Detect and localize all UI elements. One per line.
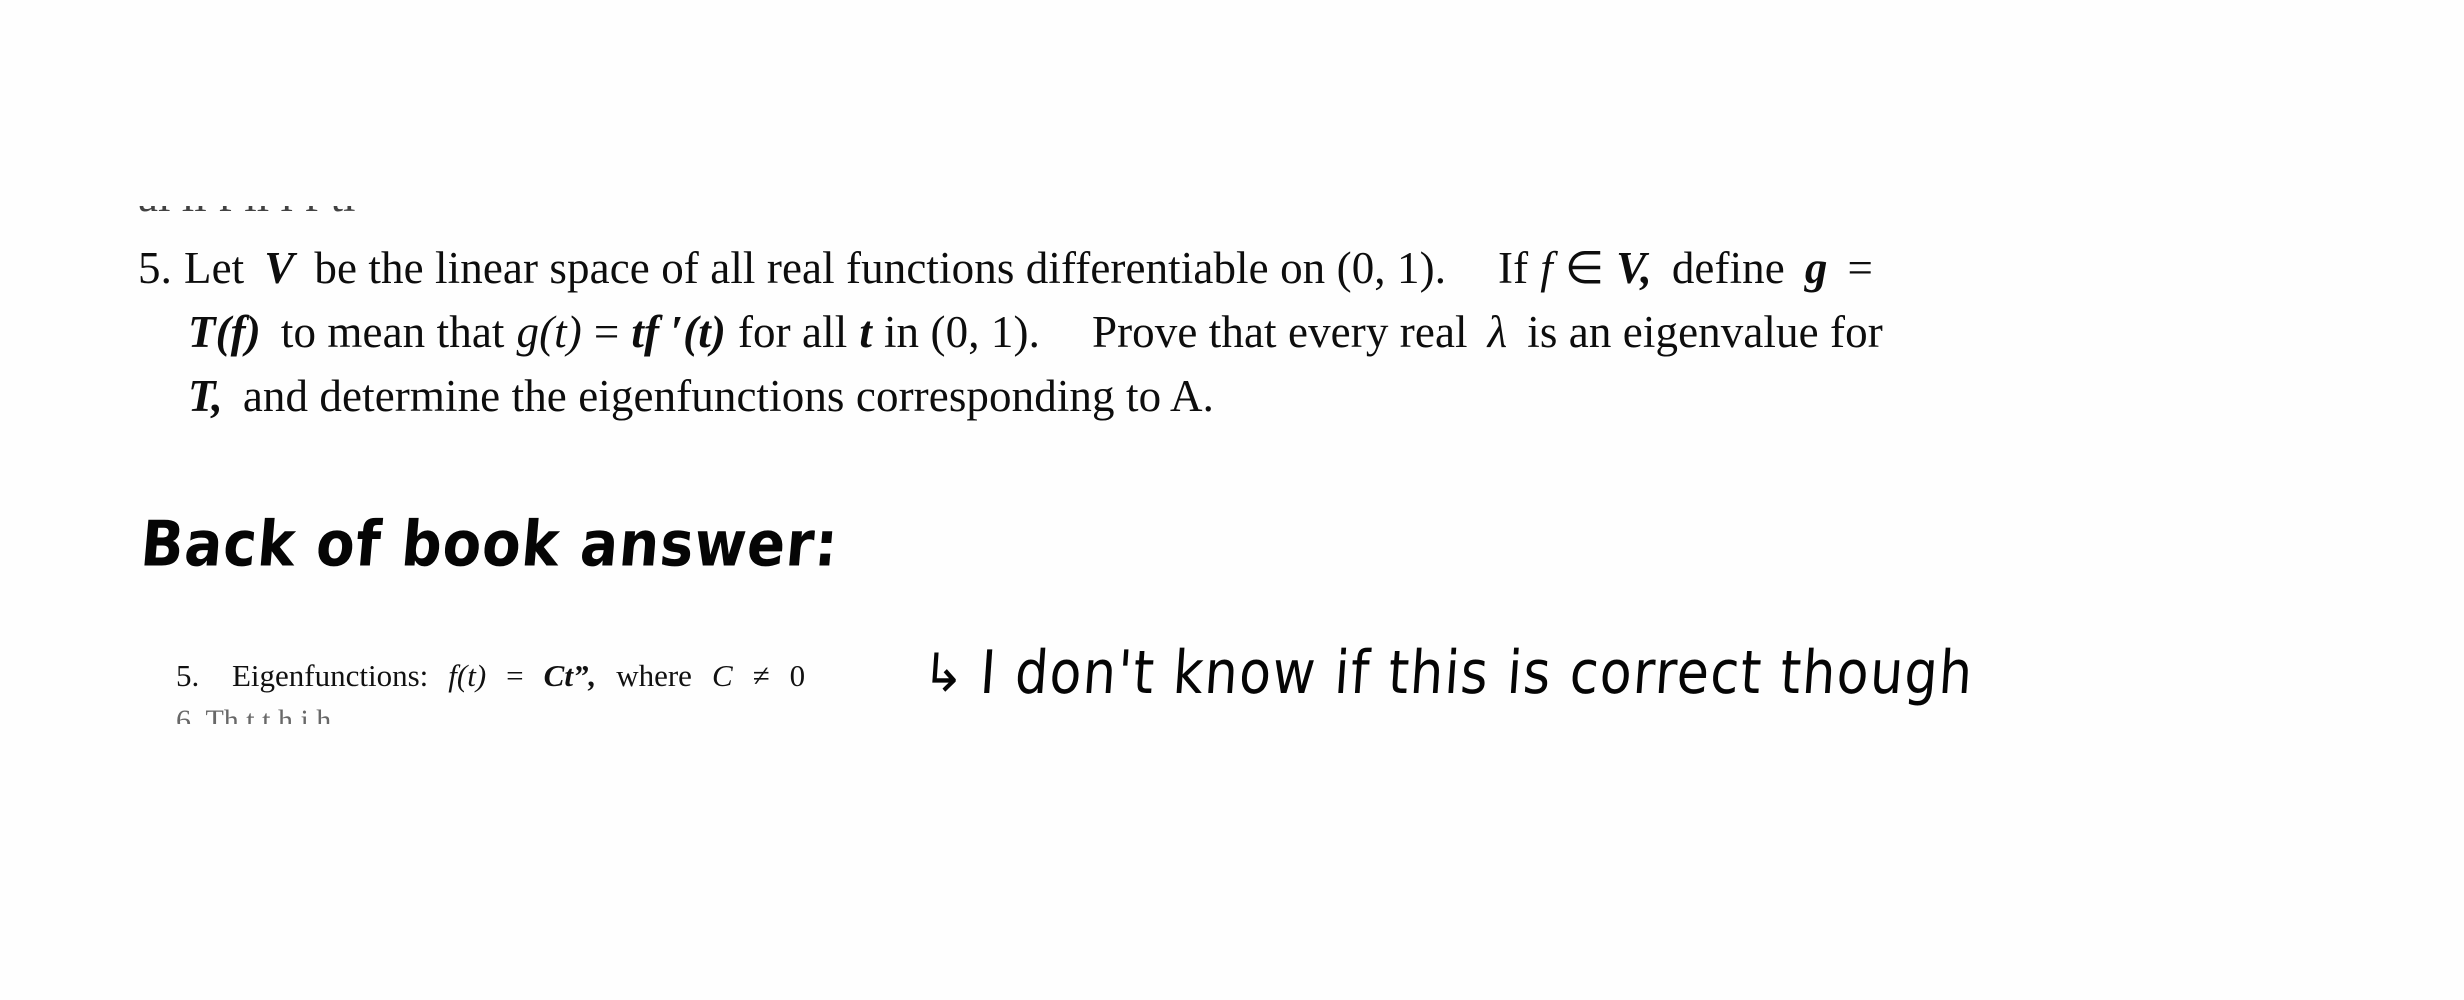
problem-l1-a: Let: [184, 243, 245, 293]
document-page: al ll f ll l f ti 5.LetVbe the linear sp…: [0, 0, 2464, 1000]
handwritten-annotation: ↳ I don't know if this is correct though: [920, 639, 1977, 709]
answer-expression: Ct”,: [543, 658, 597, 693]
problem-l2-a: to mean that: [280, 307, 505, 357]
problem-member-symbol: ∈: [1564, 243, 1605, 293]
problem-var-V2: V,: [1616, 243, 1652, 293]
answer-function: f(t): [448, 658, 487, 693]
problem-tfprime: tf ′(t): [631, 307, 726, 357]
clipped-text-below: 6. Th t t h i h: [176, 706, 1576, 724]
problem-var-T: T,: [188, 371, 223, 421]
clipped-text-above-content: al ll f ll l f ti: [138, 206, 355, 228]
handwritten-heading: Back of book answer:: [137, 508, 842, 582]
problem-line-1: 5. Let Vbe the linear space of all real fu…: [138, 236, 2298, 300]
problem-l1-d: define: [1671, 243, 1785, 293]
problem-var-t: t: [859, 307, 872, 357]
problem-line-3: T, and determine the eigenfunctions corre…: [138, 364, 2298, 428]
answer-where: where: [616, 658, 692, 693]
problem-l2-c: in (0, 1).: [883, 307, 1040, 357]
clipped-text-above: al ll f ll l f ti: [138, 206, 2298, 234]
problem-number: 5.: [138, 243, 172, 293]
answer-label: Eigenfunctions:: [232, 658, 429, 693]
problem-Tf: T(f): [188, 307, 261, 357]
handwritten-annotation-text: I don't know if this is correct though: [977, 639, 1977, 709]
problem-l2-eq: =: [593, 307, 620, 357]
answer-zero: 0: [789, 658, 806, 693]
problem-l3-a: and determine the eigenfunctions corresp…: [242, 371, 1214, 421]
problem-statement: 5. Let Vbe the linear space of all real fu…: [138, 236, 2298, 428]
problem-l1-eq: =: [1847, 243, 1873, 293]
problem-l2-d: Prove that every real: [1091, 307, 1468, 357]
answer-line: 5. Eigenfunctions: f(t) = Ct”, where C ≠ 0: [176, 656, 805, 696]
problem-gt: g(t): [516, 307, 582, 357]
problem-line-2: T(f) to mean that g(t) = tf ′(t) for all t in (…: [138, 300, 2298, 364]
problem-l1-c: If: [1498, 243, 1529, 293]
problem-l2-b: for all: [737, 307, 848, 357]
problem-lambda: λ: [1487, 307, 1508, 357]
problem-var-f: f: [1540, 243, 1553, 293]
problem-l2-e: is an eigenvalue for: [1527, 307, 1883, 357]
answer-number: 5.: [176, 658, 200, 693]
problem-var-g: g: [1804, 243, 1828, 293]
answer-not-equal-symbol: ≠: [752, 658, 770, 693]
problem-var-V: V: [264, 243, 295, 293]
down-right-arrow-icon: ↳: [920, 641, 969, 704]
answer-var-C: C: [711, 658, 733, 693]
answer-equals: =: [506, 658, 524, 693]
problem-l1-b: be the linear space of all real function…: [314, 243, 1447, 293]
clipped-text-below-content: 6. Th t t h i h: [176, 706, 332, 724]
